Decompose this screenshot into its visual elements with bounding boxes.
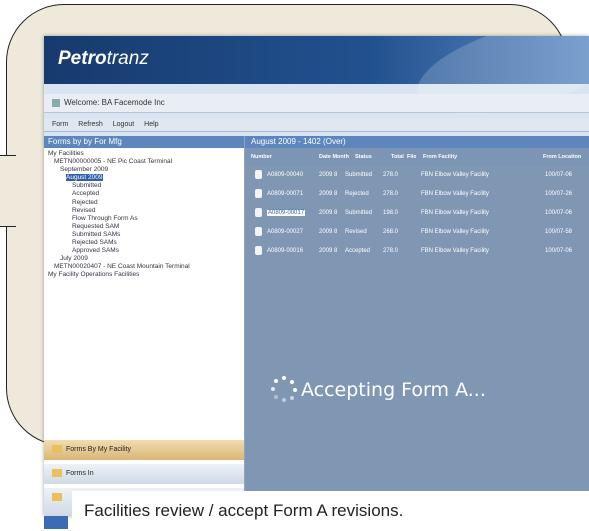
table-row-selected[interactable]: A0809-00017 2009 8 Submitted 198.0 FBN E…	[245, 204, 589, 223]
app-screenshot: Petrotranz Welcome: BA Facemode Inc Form…	[44, 36, 589, 516]
tree-node[interactable]: Submitted	[46, 182, 242, 190]
user-icon	[255, 246, 262, 255]
cell-facility: FBN Elbow Valley Facility	[421, 191, 489, 197]
menu-bar: Form Refresh Logout Help	[44, 118, 589, 132]
cell-location: 100/07-58	[545, 229, 573, 235]
tree-node[interactable]: Submitted SAMs	[46, 231, 242, 239]
user-icon	[255, 208, 262, 217]
brand-header: Petrotranz	[44, 36, 589, 134]
table-row[interactable]: A0809-00040 2009 8 Submitted 278.0 FBN E…	[245, 166, 589, 185]
col-total[interactable]: Total	[391, 154, 404, 160]
cell-location: 100/07-26	[545, 191, 573, 197]
left-panel: Forms by by For Mfg My Facilities METN00…	[44, 136, 245, 516]
nav-label: Forms In	[66, 470, 94, 477]
tree-node[interactable]: July 2009	[46, 255, 242, 263]
tree-node-selected[interactable]: August 2009	[66, 174, 103, 182]
tree-node[interactable]: Approved SAMs	[46, 247, 242, 255]
user-icon	[255, 189, 262, 198]
menu-form[interactable]: Form	[52, 121, 68, 128]
facility-tree: My Facilities METN00000005 - NE Pic Coas…	[44, 148, 244, 282]
folder-icon	[52, 493, 62, 502]
user-icon	[52, 98, 60, 107]
tree-node[interactable]: My Facilities	[46, 150, 242, 158]
cell-date: 2009 8	[319, 191, 338, 197]
cell-location: 100/07-06	[545, 210, 573, 216]
table-row[interactable]: A0809-00016 2009 8 Accepted 278.0 FBN El…	[245, 242, 589, 261]
tree-node[interactable]: Accepted	[46, 190, 242, 198]
folder-icon	[52, 469, 62, 478]
tree-node[interactable]: Revised	[46, 207, 242, 215]
col-facility[interactable]: From Facility	[423, 154, 457, 160]
user-icon	[255, 227, 262, 236]
cell-number: A0809-00016	[267, 248, 304, 254]
tree-node[interactable]: September 2009	[46, 166, 242, 174]
table-row[interactable]: A0809-00027 2009 8 Revised 268.0 FBN Elb…	[245, 223, 589, 242]
cell-date: 2009 8	[319, 172, 338, 178]
cell-location: 100/07-06	[545, 248, 573, 254]
right-panel-title: August 2009 - 1402 (Over)	[245, 136, 589, 148]
user-icon	[255, 170, 262, 179]
welcome-bar: Welcome: BA Facemode Inc	[44, 94, 589, 113]
cell-status: Submitted	[345, 172, 373, 178]
cell-facility: FBN Elbow Valley Facility	[421, 210, 489, 216]
cell-facility: FBN Elbow Valley Facility	[421, 248, 489, 254]
table-row[interactable]: A0809-00071 2009 8 Rejected 278.0 FBN El…	[245, 185, 589, 204]
cell-number: A0809-00027	[267, 229, 304, 235]
col-file[interactable]: File	[407, 154, 416, 160]
tree-node[interactable]: METN00020407 - NE Coast Mountain Termina…	[46, 263, 242, 271]
left-panel-title: Forms by by For Mfg	[44, 136, 244, 148]
nav-forms-in[interactable]: Forms In	[44, 464, 244, 484]
nav-label: Forms By My Facility	[66, 446, 131, 453]
cell-status: Submitted	[345, 210, 373, 216]
nav-forms-by-facility[interactable]: Forms By My Facility	[44, 440, 244, 460]
cell-status: Revised	[345, 229, 367, 235]
menu-help[interactable]: Help	[144, 121, 158, 128]
right-panel: August 2009 - 1402 (Over) Number Date Mo…	[245, 136, 589, 516]
cell-date: 2009 8	[319, 229, 338, 235]
folder-icon	[52, 445, 62, 454]
col-number[interactable]: Number	[251, 154, 272, 160]
cell-status: Rejected	[345, 191, 369, 197]
logo-sub: tranz	[106, 48, 149, 69]
cell-date: 2009 8	[319, 248, 338, 254]
cell-total: 268.0	[383, 229, 399, 235]
menu-logout[interactable]: Logout	[113, 121, 134, 128]
cell-number: A0809-00071	[267, 191, 304, 197]
cell-status: Accepted	[345, 248, 371, 254]
app-logo: Petrotranz	[58, 48, 149, 70]
col-status[interactable]: Status	[355, 154, 372, 160]
cell-total: 278.0	[383, 191, 399, 197]
table-header: Number Date Month Status Total File From…	[245, 148, 589, 166]
cell-total: 198.0	[383, 210, 399, 216]
speech-bubble-tail	[0, 155, 16, 227]
loading-spinner-icon	[271, 376, 297, 402]
cell-date: 2009 8	[319, 210, 338, 216]
cell-number: A0809-00017	[267, 210, 306, 216]
cell-total: 278.0	[383, 248, 399, 254]
col-location[interactable]: From Location	[543, 154, 581, 160]
tree-node[interactable]: METN00000005 - NE Pic Coast Terminal	[46, 158, 242, 166]
caption: Facilities review / accept Form A revisi…	[72, 491, 589, 531]
cell-facility: FBN Elbow Valley Facility	[421, 172, 489, 178]
col-date[interactable]: Date Month	[319, 154, 349, 160]
tree-node[interactable]: Flow Through Form As	[46, 215, 242, 223]
tree-node[interactable]: My Facility Operations Facilities	[46, 271, 242, 279]
tree-node[interactable]: Rejected	[46, 199, 242, 207]
tree-node[interactable]: Rejected SAMs	[46, 239, 242, 247]
menu-refresh[interactable]: Refresh	[78, 121, 103, 128]
cell-number: A0809-00040	[267, 172, 304, 178]
cell-location: 100/07-06	[545, 172, 573, 178]
logo-main: Petro	[58, 48, 107, 69]
bullet-marker	[44, 516, 68, 529]
welcome-text: Welcome: BA Facemode Inc	[64, 98, 165, 107]
loading-message: Accepting Form A...	[301, 379, 486, 401]
cell-total: 278.0	[383, 172, 399, 178]
cell-facility: FBN Elbow Valley Facility	[421, 229, 489, 235]
tree-node[interactable]: Requested SAM	[46, 223, 242, 231]
